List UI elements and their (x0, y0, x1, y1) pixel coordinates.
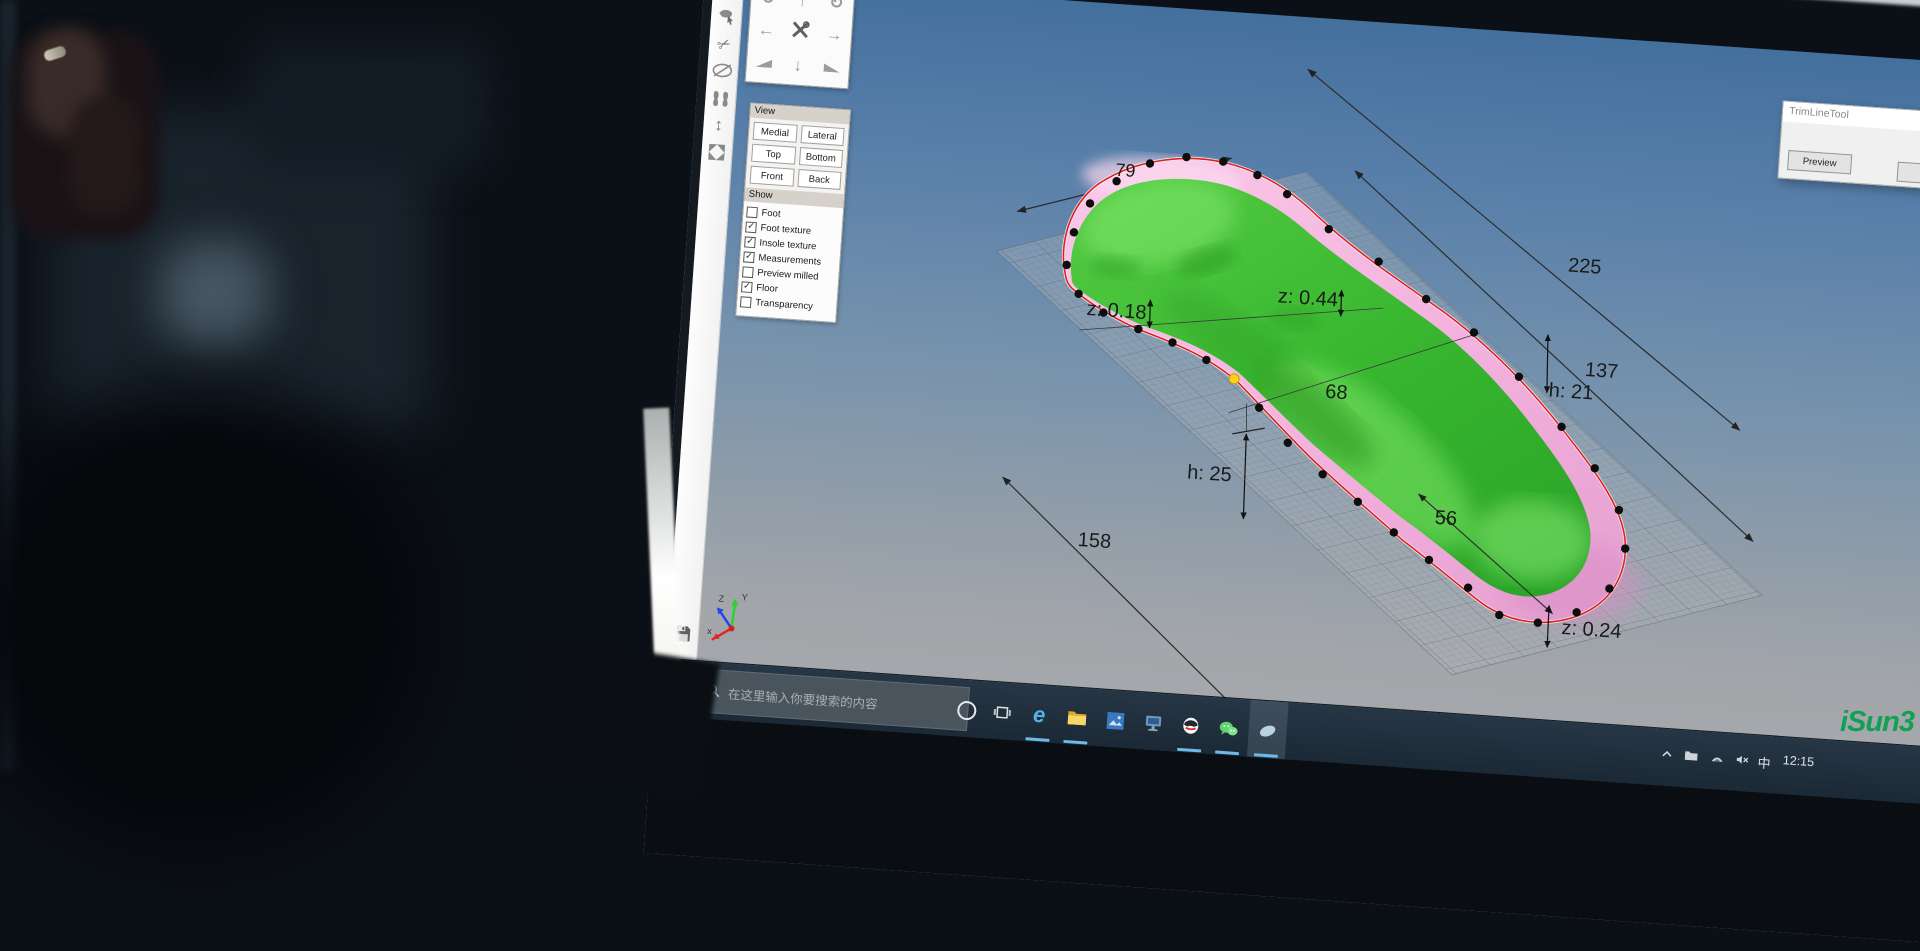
checkbox-checked-icon[interactable] (741, 281, 753, 293)
axis-z-label: Z (718, 593, 725, 603)
brand-watermark: iSun3 (1840, 706, 1914, 739)
qq-icon[interactable] (1174, 709, 1208, 743)
lasso-select-icon[interactable] (710, 6, 742, 31)
tray-volume-muted-icon[interactable] (1735, 754, 1750, 769)
view-show-panel: View Medial Lateral Top Bottom Front Bac… (735, 102, 851, 323)
rotate-ccw-icon[interactable]: ↺ (761, 0, 776, 7)
rotate-cw-icon[interactable]: ↻ (829, 0, 844, 12)
checkbox-checked-icon[interactable] (745, 221, 757, 233)
insole-pair-icon[interactable] (704, 88, 736, 113)
task-view-icon[interactable] (985, 695, 1019, 729)
hand-fingers (70, 95, 140, 215)
view-medial-button[interactable]: Medial (753, 122, 798, 143)
preview-button[interactable]: Preview (1787, 150, 1852, 174)
file-explorer-icon[interactable] (1060, 701, 1094, 735)
tray-clock[interactable]: 12:15 (1782, 753, 1814, 769)
checkbox-checked-icon[interactable] (743, 251, 755, 263)
person-silhouette (0, 340, 480, 900)
pan-up-icon[interactable]: ↑ (798, 0, 808, 9)
pan-right-icon[interactable]: → (825, 26, 843, 44)
search-placeholder: 在这里输入你要搜索的内容 (727, 683, 878, 712)
tray-ime-indicator[interactable]: 中 (1757, 752, 1771, 772)
view-top-button[interactable]: Top (751, 144, 796, 165)
measurement-label: 79 (1115, 160, 1136, 182)
tray-chevron-icon[interactable] (1660, 749, 1673, 763)
monitor-corner-shadow (510, 634, 720, 802)
trim-region-icon[interactable] (707, 61, 738, 84)
cortana-icon[interactable] (949, 693, 983, 727)
active-app-tile[interactable] (1247, 700, 1289, 761)
tilt-left-icon[interactable] (756, 58, 773, 67)
height-adjust-icon[interactable]: ↕ (703, 114, 734, 136)
measurement-label: h: 21 (1548, 379, 1594, 405)
pan-down-icon[interactable]: ↓ (793, 57, 803, 75)
monitor-top-glint (1730, 0, 1920, 11)
edge-icon[interactable]: e (1022, 698, 1056, 732)
tilt-right-icon[interactable] (824, 63, 841, 72)
measurement-label: z: 0.44 (1277, 285, 1339, 312)
checkbox-icon[interactable] (746, 206, 758, 218)
tools-icon[interactable] (789, 20, 811, 46)
axis-x-label: x (707, 626, 713, 636)
pan-left-icon[interactable]: ← (757, 21, 775, 39)
expand-view-icon[interactable] (701, 141, 733, 168)
checkbox-label: Foot (761, 208, 781, 220)
cad-app-icon (1251, 714, 1285, 748)
measurement-label: z: 0.18 (1086, 298, 1148, 325)
selected-control-point (1229, 374, 1240, 385)
nav-panel: ↺ ↑ ↻ ← → ↓ (745, 0, 857, 89)
measurement-label: 56 (1434, 507, 1458, 531)
monitor-screen: 79 225 137 z: 0.44 z: 0.18 68 h: 21 h: 2… (644, 0, 1920, 951)
measurement-label: 158 (1077, 529, 1112, 554)
view-lateral-button[interactable]: Lateral (800, 125, 845, 146)
tray-network-icon[interactable] (1710, 752, 1724, 766)
checkbox-checked-icon[interactable] (744, 236, 756, 248)
view-front-button[interactable]: Front (750, 166, 795, 187)
ok-button[interactable]: OK (1896, 162, 1920, 186)
my-pc-icon[interactable] (1137, 706, 1171, 740)
measurement-label: 137 (1584, 359, 1619, 384)
checkbox-label: Floor (756, 282, 778, 294)
measurement-label: 68 (1324, 381, 1348, 405)
view-back-button[interactable]: Back (797, 169, 842, 190)
measurement-label: z: 0.24 (1561, 617, 1623, 644)
measurement-label: h: 25 (1186, 461, 1232, 487)
checkbox-label: Transparency (755, 297, 813, 312)
photos-icon[interactable] (1098, 703, 1132, 737)
axis-indicator: x Y Z (702, 587, 766, 656)
photo-blur-monitor-glow (160, 240, 270, 345)
photo-blur-shelf (250, 40, 490, 170)
trimlinetool-dialog: TrimLineTool Preview OK (1777, 100, 1920, 193)
checkbox-label: Foot texture (760, 223, 811, 238)
checkbox-icon[interactable] (742, 266, 754, 278)
axis-y-label: Y (741, 592, 748, 602)
view-bottom-button[interactable]: Bottom (798, 147, 843, 168)
tray-folder-icon[interactable] (1684, 750, 1698, 764)
wechat-icon[interactable] (1212, 711, 1246, 745)
scissors-icon[interactable]: ✂ (707, 30, 742, 59)
checkbox-icon[interactable] (740, 296, 752, 308)
measurement-label: 225 (1567, 254, 1602, 279)
